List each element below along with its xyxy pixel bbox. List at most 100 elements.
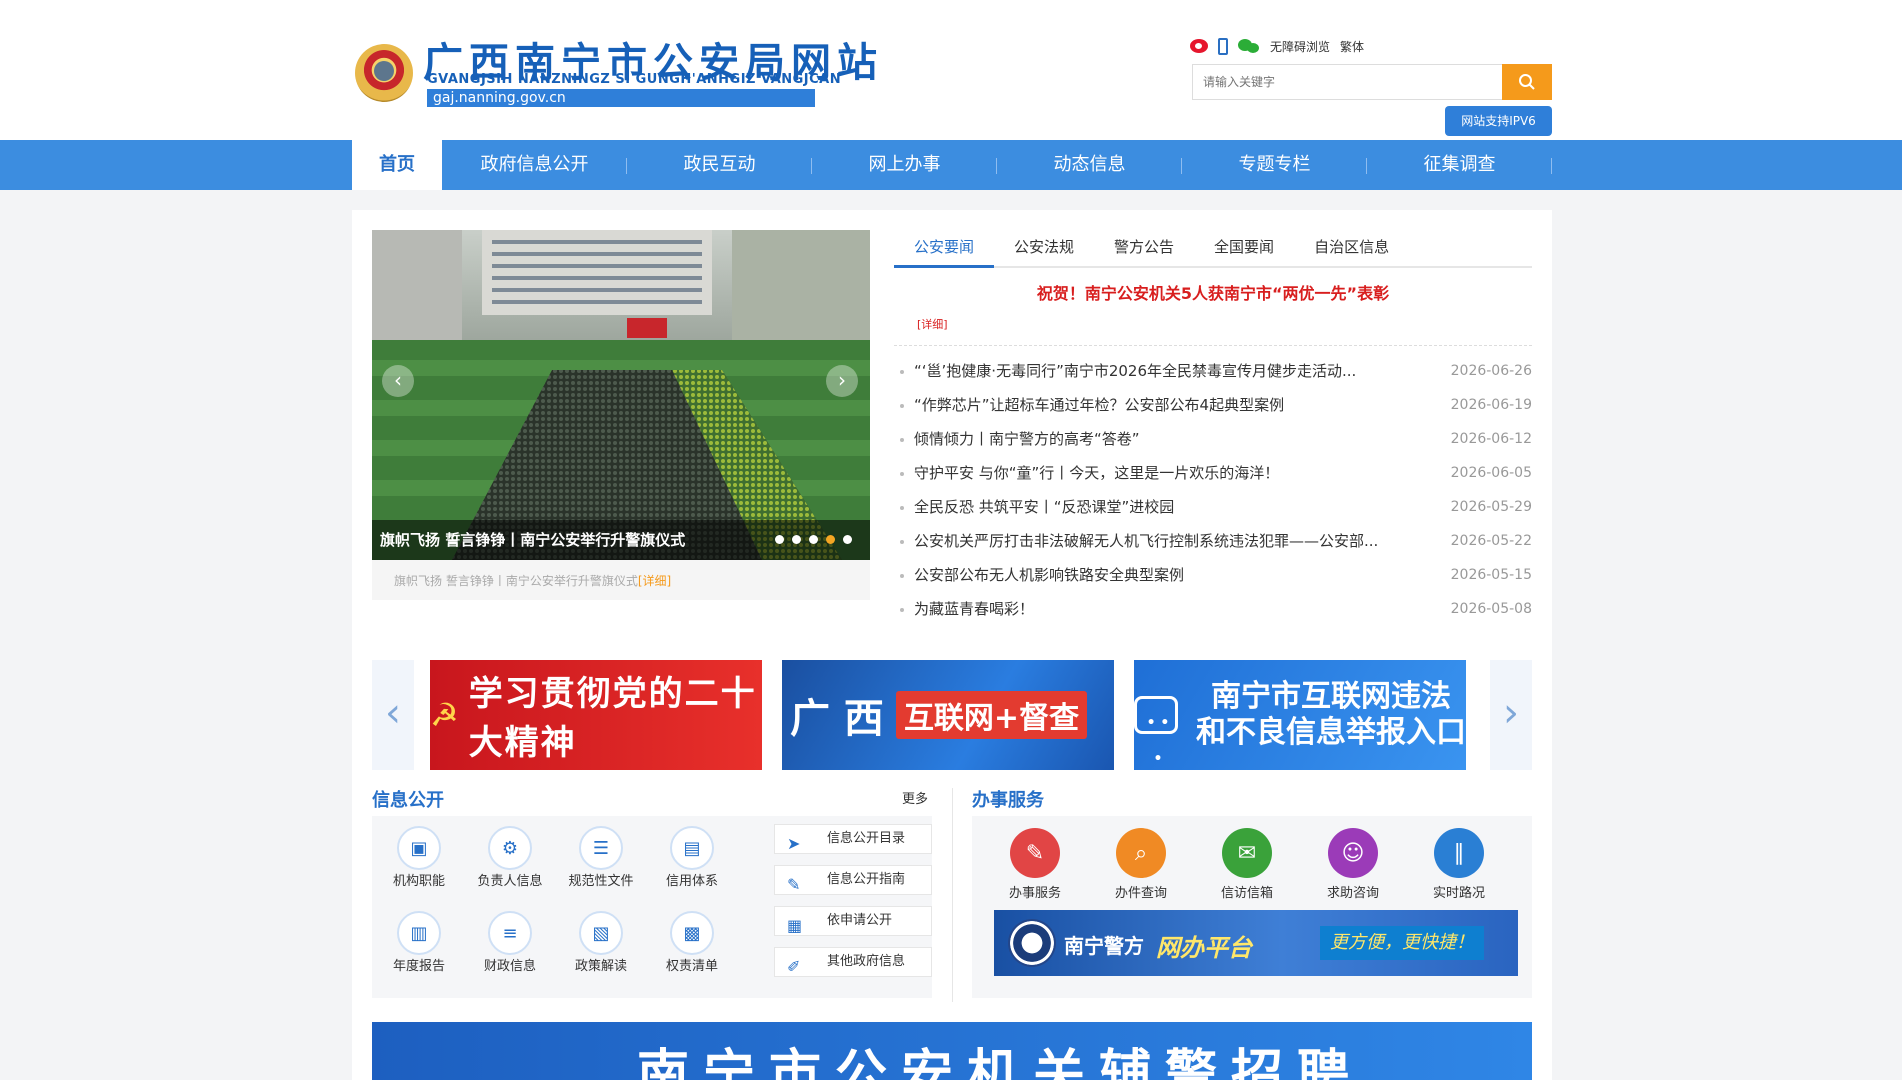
info-item-leaders[interactable]: ⚙ 负责人信息 [469,826,551,890]
info-more-link[interactable]: 更多 [902,788,928,807]
news-title[interactable]: 倾情倾力丨南宁警方的高考“答卷” [914,422,1414,456]
grid-label: 规范性文件 [568,874,634,889]
nav-online-service[interactable]: 网上办事 [812,140,997,190]
info-link-catalog[interactable]: ➤ 信息公开目录 [774,824,932,854]
news-item[interactable]: 公安部公布无人机影响铁路安全典型案例 2026-05-15 [894,558,1532,592]
nav-interaction[interactable]: 政民互动 [627,140,812,190]
accessible-link[interactable]: 无障碍浏览 [1270,38,1330,55]
carousel-image[interactable] [372,230,870,560]
document-icon: ☰ [579,826,623,870]
news-item[interactable]: 为藏蓝青春喝彩！ 2026-05-08 [894,592,1532,626]
service-item-help[interactable]: ☺ 求助咨询 [1308,828,1398,901]
headline-detail-link[interactable]: [详细] [917,316,948,332]
carousel-caption[interactable]: 旗帜飞扬 誓言铮铮丨南宁公安举行升警旗仪式 [380,529,685,550]
tab-police-law[interactable]: 公安法规 [994,230,1094,268]
site-logo[interactable]: 广西南宁市公安局网站 GVANGJSIH NANZNINGZ SI GUNGH'… [355,30,877,112]
service-label: 办件查询 [1114,886,1167,901]
news-title[interactable]: 为藏蓝青春喝彩！ [914,592,1414,626]
grid-label: 机构职能 [392,874,445,889]
wechat-icon[interactable] [1238,38,1260,54]
carousel-subcaption: 旗帜飞扬 誓言铮铮丨南宁公安举行升警旗仪式[详细] [394,572,671,589]
nav-label: 政民互动 [683,154,756,175]
carousel-subcaption-text[interactable]: 旗帜飞扬 誓言铮铮丨南宁公安举行升警旗仪式 [394,574,638,588]
link-label: 信息公开目录 [827,831,906,846]
info-item-credit[interactable]: ▤ 信用体系 [651,826,733,890]
nav-home[interactable]: 首页 [352,140,442,190]
recruitment-banner[interactable]: 南宁市公安机关辅警招聘 [372,1022,1532,1080]
service-item-traffic[interactable]: ∥ 实时路况 [1414,828,1504,901]
nav-survey[interactable]: 征集调查 [1367,140,1552,190]
info-item-functions[interactable]: ▣ 机构职能 [378,826,460,890]
tab-police-news[interactable]: 公安要闻 [894,230,995,268]
carousel-next-button[interactable]: › [826,365,858,397]
headline-news[interactable]: 祝贺！南宁公安机关5人获南宁市“两优一先”表彰 [894,280,1532,304]
org-icon: ▣ [397,826,441,870]
carousel-dot-active[interactable] [826,535,835,544]
news-list: “‘邕’抱健康·无毒同行”南宁市2026年全民禁毒宣传月健步走活动... 2026… [894,354,1532,626]
news-title[interactable]: 公安部公布无人机影响铁路安全典型案例 [914,558,1414,592]
info-item-power-list[interactable]: ▩ 权责清单 [651,911,733,975]
carousel-prev-button[interactable]: ‹ [382,365,414,397]
banner-text: 广 西 [790,696,884,742]
banner-prev-button[interactable]: ‹ [372,660,414,770]
nav-topics[interactable]: 专题专栏 [1182,140,1367,190]
news-item[interactable]: 倾情倾力丨南宁警方的高考“答卷” 2026-06-12 [894,422,1532,456]
info-item-regulations[interactable]: ☰ 规范性文件 [560,826,642,890]
info-item-policy[interactable]: ▧ 政策解读 [560,911,642,975]
tab-region-info[interactable]: 自治区信息 [1294,230,1409,268]
news-tabs: 公安要闻 公安法规 警方公告 全国要闻 自治区信息 [894,230,1532,268]
grid-label: 财政信息 [483,959,536,974]
book-icon: ▤ [670,826,714,870]
news-title[interactable]: 公安机关严厉打击非法破解无人机飞行控制系统违法犯罪——公安部... [914,524,1414,558]
link-label: 依申请公开 [827,913,893,928]
tab-national-news[interactable]: 全国要闻 [1194,230,1294,268]
news-title[interactable]: 守护平安 与你“童”行丨今天，这里是一片欢乐的海洋！ [914,456,1414,490]
service-item-affairs[interactable]: ✎ 办事服务 [990,828,1080,901]
site-header: 广西南宁市公安局网站 GVANGJSIH NANZNINGZ SI GUNGH'… [0,0,1902,140]
banner-internet-supervision[interactable]: 广 西互联网+督查 [782,660,1114,770]
info-link-guide[interactable]: ✎ 信息公开指南 [774,865,932,895]
carousel-dot[interactable] [792,535,801,544]
info-link-apply[interactable]: ▦ 依申请公开 [774,906,932,936]
news-item[interactable]: “‘邕’抱健康·无毒同行”南宁市2026年全民禁毒宣传月健步走活动... 2026… [894,354,1532,388]
carousel-dot[interactable] [843,535,852,544]
photo-carousel[interactable]: ‹ › 旗帜飞扬 誓言铮铮丨南宁公安举行升警旗仪式 [372,230,870,560]
police-online-platform-banner[interactable]: 南宁警方 网办平台 更方便，更快捷！ [994,910,1518,976]
mobile-icon[interactable] [1218,37,1228,55]
banner-party-study[interactable]: ☭ 学习贯彻党的二十大精神 [430,660,762,770]
tab-police-notice[interactable]: 警方公告 [1094,230,1194,268]
info-link-other[interactable]: ✐ 其他政府信息 [774,947,932,977]
news-title[interactable]: 全民反恐 共筑平安丨“反恐课堂”进校园 [914,490,1414,524]
news-title[interactable]: “作弊芯片”让超标车通过年检？公安部公布4起典型案例 [914,388,1414,422]
weibo-icon[interactable] [1190,39,1208,53]
service-item-query[interactable]: ⌕ 办件查询 [1096,828,1186,901]
info-item-finance[interactable]: ≡ 财政信息 [469,911,551,975]
search-button[interactable] [1502,64,1552,100]
traditional-chinese-link[interactable]: 繁体 [1340,38,1364,55]
nav-label: 征集调查 [1423,154,1496,175]
nav-label: 政府信息公开 [480,154,589,175]
nav-label: 首页 [379,154,415,175]
banner-report-entry[interactable]: 南宁市互联网违法 和不良信息举报入口 [1134,660,1466,770]
ipv6-badge[interactable]: 网站支持IPV6 [1445,106,1552,136]
news-item[interactable]: 公安机关严厉打击非法破解无人机飞行控制系统违法犯罪——公安部... 2026-05… [894,524,1532,558]
carousel-dot[interactable] [809,535,818,544]
banner-text: 和不良信息举报入口 [1196,715,1466,750]
carousel-dot[interactable] [775,535,784,544]
news-item[interactable]: “作弊芯片”让超标车通过年检？公安部公布4起典型案例 2026-06-19 [894,388,1532,422]
service-label: 实时路况 [1432,886,1485,901]
service-item-mailbox[interactable]: ✉ 信访信箱 [1202,828,1292,901]
nav-news[interactable]: 动态信息 [997,140,1182,190]
banner-row: ‹ ☭学习贯彻党的二十大精神 广 西互联网+督查 南宁市互联网违法 和不良信息举… [372,660,1532,770]
nav-gov-info[interactable]: 政府信息公开 [442,140,627,190]
news-title[interactable]: “‘邕’抱健康·无毒同行”南宁市2026年全民禁毒宣传月健步走活动... [914,354,1414,388]
form-icon: ✎ [1010,828,1060,878]
news-item[interactable]: 全民反恐 共筑平安丨“反恐课堂”进校园 2026-05-29 [894,490,1532,524]
calendar-icon: ▦ [787,916,803,935]
info-item-annual-report[interactable]: ▥ 年度报告 [378,911,460,975]
banner-next-button[interactable]: › [1490,660,1532,770]
news-item[interactable]: 守护平安 与你“童”行丨今天，这里是一片欢乐的海洋！ 2026-06-05 [894,456,1532,490]
carousel-detail-link[interactable]: [详细] [638,574,671,588]
search-input[interactable] [1193,65,1503,99]
nav-label: 网上办事 [868,154,941,175]
